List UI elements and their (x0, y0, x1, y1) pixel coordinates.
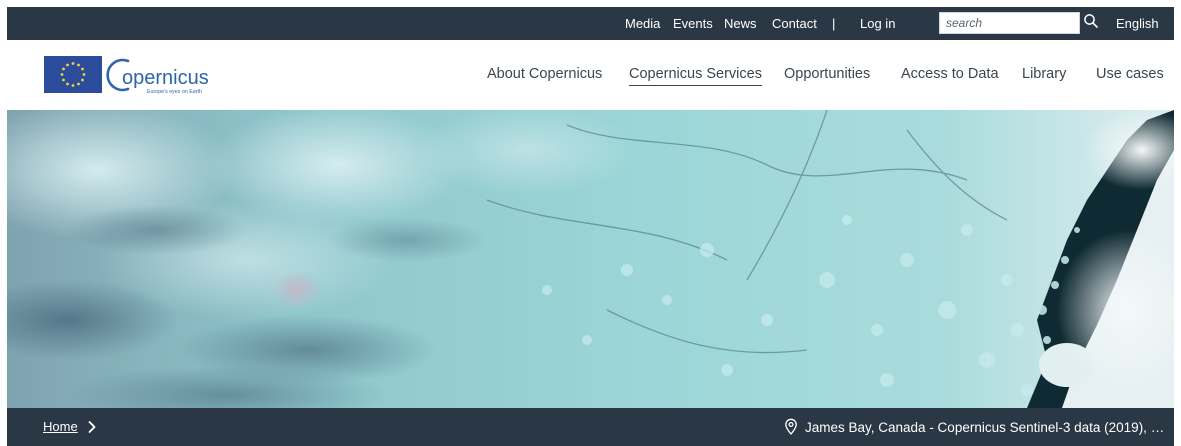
location-pin-icon (785, 418, 797, 435)
svg-text:Europe's eyes on Earth: Europe's eyes on Earth (147, 89, 202, 95)
nav-copernicus-services[interactable]: Copernicus Services (629, 65, 762, 86)
nav-use-cases[interactable]: Use cases (1096, 65, 1164, 83)
utility-link-news[interactable]: News (724, 16, 757, 32)
search-field (939, 12, 1080, 34)
search-icon (1084, 14, 1098, 28)
chevron-right-icon (88, 421, 96, 433)
nav-about-copernicus[interactable]: About Copernicus (487, 65, 602, 83)
breadcrumb-home-link[interactable]: Home (43, 419, 78, 435)
utility-link-events[interactable]: Events (673, 16, 713, 32)
breadcrumb-bar: Home James Bay, Canada - Copernicus Sent… (7, 408, 1174, 446)
language-selector[interactable]: English (1116, 16, 1159, 32)
nav-opportunities[interactable]: Opportunities (784, 65, 870, 83)
nav-library[interactable]: Library (1022, 65, 1066, 83)
nav-access-to-data[interactable]: Access to Data (901, 65, 999, 83)
utility-link-media[interactable]: Media (625, 16, 660, 32)
hero-satellite-image (7, 110, 1174, 408)
svg-text:opernicus: opernicus (122, 67, 209, 89)
search-button[interactable] (1081, 11, 1101, 33)
image-caption: James Bay, Canada - Copernicus Sentinel-… (805, 420, 1170, 435)
eu-flag-icon (44, 56, 102, 93)
main-header: opernicus Europe's eyes on Earth About C… (7, 40, 1174, 110)
copernicus-logo[interactable]: opernicus Europe's eyes on Earth (44, 55, 224, 95)
search-input[interactable] (940, 13, 1079, 33)
utility-separator: | (832, 16, 836, 31)
page-frame: Media Events News Contact | Log in Engli… (7, 7, 1174, 446)
utility-link-contact[interactable]: Contact (772, 16, 817, 32)
login-link[interactable]: Log in (860, 16, 895, 32)
utility-bar: Media Events News Contact | Log in Engli… (7, 7, 1174, 40)
logo-graphic: opernicus Europe's eyes on Earth (44, 56, 209, 95)
